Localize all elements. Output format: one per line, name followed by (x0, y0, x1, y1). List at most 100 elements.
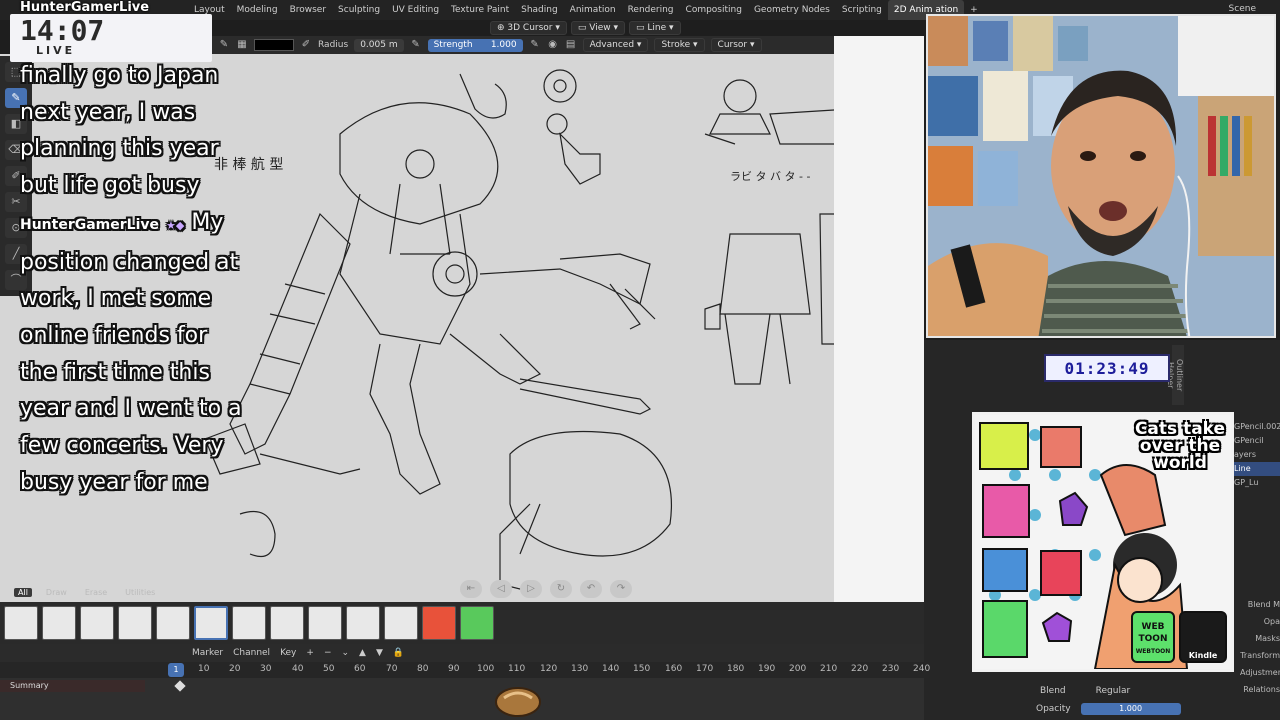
brush-thumbnail[interactable] (42, 606, 76, 640)
cover-cat-pink (982, 484, 1030, 538)
brush-thumbnail[interactable] (346, 606, 380, 640)
brush-thumbnail[interactable] (118, 606, 152, 640)
brush-thumbnail[interactable] (232, 606, 266, 640)
play-reverse-icon[interactable]: ◁ (490, 580, 512, 598)
pressure-icon[interactable]: ✎ (410, 39, 422, 51)
redo-icon[interactable]: ↷ (610, 580, 632, 598)
view-dropdown[interactable]: ▭ View ▾ (570, 21, 626, 35)
tab-scripting[interactable]: Scripting (836, 0, 888, 20)
layer-item[interactable]: GP_Lu (1234, 476, 1280, 490)
section-opacity[interactable]: Opa (1240, 613, 1280, 630)
section-adjustment[interactable]: Adjustment (1240, 664, 1280, 681)
section-transform[interactable]: Transform (1240, 647, 1280, 664)
brush-thumbnail[interactable] (308, 606, 342, 640)
tab-geometry-nodes[interactable]: Geometry Nodes (748, 0, 836, 20)
brush-thumbnail[interactable] (156, 606, 190, 640)
tab-shading[interactable]: Shading (515, 0, 564, 20)
brush-tab-draw[interactable]: Draw (42, 588, 71, 597)
cover-cat-salmon (1040, 426, 1082, 468)
brush-tab-utilities[interactable]: Utilities (121, 588, 159, 597)
tick-label: 220 (851, 664, 869, 674)
line-dropdown[interactable]: ▭ Line ▾ (629, 21, 681, 35)
timeline-header: Marker Channel Key + − ⌄ ▲ ▼ 🔒 (0, 644, 924, 662)
webcam-eye-right (1130, 151, 1146, 161)
radius-field[interactable]: 0.005 m (354, 38, 404, 52)
tab-rendering[interactable]: Rendering (622, 0, 680, 20)
brush-thumbnail[interactable] (270, 606, 304, 640)
section-blend-mode[interactable]: Blend M (1240, 596, 1280, 613)
sketch-part-piston (559, 132, 601, 185)
kindle-badge[interactable]: Kindle (1179, 611, 1227, 663)
stroke-dropdown[interactable]: Stroke ▾ (654, 38, 705, 52)
undo-icon[interactable]: ↶ (580, 580, 602, 598)
prev-key-icon[interactable]: ⇤ (460, 580, 482, 598)
section-relations[interactable]: Relations (1240, 681, 1280, 698)
menu-key[interactable]: Key (280, 648, 296, 658)
tab-animation[interactable]: Animation (564, 0, 622, 20)
play-icon[interactable]: ▷ (520, 580, 542, 598)
layer-item[interactable]: ayers (1234, 448, 1280, 462)
brush-tab-all[interactable]: All (14, 588, 32, 597)
chevron-down-icon[interactable]: ⌄ (341, 648, 349, 658)
chat-message-first: My (191, 209, 224, 235)
chat-username: HunterGamerLive (20, 216, 160, 233)
webcam-hand (928, 243, 1048, 336)
webtoon-badge[interactable]: WEB TOON WEBTOON (1131, 611, 1175, 663)
brush-color-swatch[interactable] (254, 39, 294, 51)
chat-message: finally go to Japan next year, I was pla… (20, 63, 219, 199)
tab-uv-editing[interactable]: UV Editing (386, 0, 445, 20)
brush-thumbnail[interactable] (80, 606, 114, 640)
arrow-up-icon[interactable]: ▲ (359, 648, 366, 658)
section-masks[interactable]: Masks (1240, 630, 1280, 647)
tab-browser[interactable]: Browser (284, 0, 332, 20)
cursor-settings-dropdown[interactable]: Cursor ▾ (710, 38, 762, 52)
summary-channel[interactable]: Summary (0, 680, 145, 692)
current-frame-indicator[interactable]: 1 (168, 663, 184, 677)
menu-channel[interactable]: Channel (233, 648, 270, 658)
opacity-slider[interactable]: 1.000 (1080, 703, 1181, 715)
brush-thumbnail[interactable] (384, 606, 418, 640)
opacity-row: Opacity 1.000 (1036, 703, 1181, 715)
lock-icon[interactable]: 🔒 (393, 648, 404, 658)
tick-label: 120 (540, 664, 558, 674)
add-key-icon[interactable]: + (306, 648, 314, 658)
timeline-ruler[interactable]: 10 20 30 40 50 60 70 80 90 100 110 120 1… (0, 662, 930, 678)
tab-texture-paint[interactable]: Texture Paint (445, 0, 515, 20)
strength-field[interactable]: Strength 1.000 (427, 38, 523, 52)
menu-marker[interactable]: Marker (192, 648, 223, 658)
pencil-icon[interactable]: ✎ (218, 39, 230, 51)
blend-dropdown[interactable]: Regular (1096, 686, 1131, 696)
brush-thumbnail-red[interactable] (422, 606, 456, 640)
brush-thumbnail[interactable] (4, 606, 38, 640)
tick-label: 180 (727, 664, 745, 674)
cursor-dropdown[interactable]: ⊕ 3D Cursor ▾ (490, 21, 567, 35)
tick-label: 170 (696, 664, 714, 674)
sketch-robot-tall-arm (819, 213, 834, 345)
brush-thumbnail-green[interactable] (460, 606, 494, 640)
loop-icon[interactable]: ↻ (550, 580, 572, 598)
layer-item[interactable]: GPencil.002 (1234, 420, 1280, 434)
tick-label: 100 (477, 664, 495, 674)
tab-sculpting[interactable]: Sculpting (332, 0, 386, 20)
eyedropper-icon[interactable]: ✐ (300, 39, 312, 51)
scene-selector[interactable]: Scene (1229, 4, 1256, 14)
property-section-labels: Blend M Opa Masks Transform Adjustment R… (1240, 596, 1280, 698)
strength-pressure-icon[interactable]: ✎ (529, 39, 541, 51)
arrow-down-icon[interactable]: ▼ (376, 648, 383, 658)
layer-item[interactable]: GPencil (1234, 434, 1280, 448)
stream-timer: 01:23:49 (1044, 354, 1170, 382)
tab-modeling[interactable]: Modeling (231, 0, 284, 20)
tab-compositing[interactable]: Compositing (680, 0, 748, 20)
outliner-helper-tab[interactable]: Outliner Helper (1166, 345, 1184, 405)
layer-item-selected[interactable]: Line (1234, 462, 1280, 476)
stabilizer-icon[interactable]: ◉ (547, 39, 559, 51)
advanced-dropdown[interactable]: Advanced ▾ (582, 38, 649, 52)
sketch-joint-big (432, 251, 478, 297)
radius-label: Radius (318, 40, 349, 50)
color-mode-icon[interactable]: ▦ (236, 39, 248, 51)
remove-key-icon[interactable]: − (324, 648, 332, 658)
grid-icon[interactable]: ▤ (565, 39, 577, 51)
brush-tab-erase[interactable]: Erase (81, 588, 111, 597)
brush-thumbnail-active[interactable] (194, 606, 228, 640)
strength-label: Strength (433, 39, 473, 50)
